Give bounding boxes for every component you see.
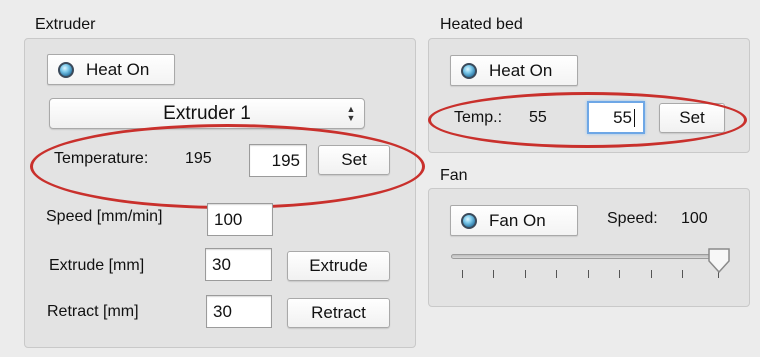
- fan-on-label: Fan On: [489, 210, 546, 230]
- extrude-label: Extrude [mm]: [49, 257, 145, 274]
- fan-speed-value: 100: [681, 210, 708, 227]
- fan-on-button[interactable]: Fan On: [450, 205, 578, 236]
- extruder-selector-value: Extruder 1: [163, 102, 251, 124]
- bed-temp-highlight-ellipse: [428, 92, 747, 148]
- heated-bed-group-title: Heated bed: [440, 16, 523, 33]
- slider-thumb-icon[interactable]: [707, 247, 731, 275]
- bed-heat-on-label: Heat On: [489, 60, 553, 80]
- speed-label: Speed [mm/min]: [46, 208, 163, 225]
- bed-heat-on-button[interactable]: Heat On: [450, 55, 578, 86]
- led-indicator-icon: [58, 61, 74, 78]
- temperature-highlight-ellipse: [30, 124, 425, 209]
- slider-tick: [682, 270, 683, 278]
- fan-group-title: Fan: [440, 167, 468, 184]
- extruder-heat-on-button[interactable]: Heat On: [47, 54, 175, 85]
- led-indicator-icon: [461, 212, 477, 229]
- slider-tick: [556, 270, 557, 278]
- fan-speed-label: Speed:: [607, 210, 658, 227]
- chevron-updown-icon: ▲ ▼: [346, 104, 356, 123]
- extrude-input[interactable]: 30: [205, 248, 272, 281]
- slider-tick: [525, 270, 526, 278]
- slider-tick: [619, 270, 620, 278]
- extruder-heat-on-label: Heat On: [86, 59, 150, 79]
- slider-tick: [588, 270, 589, 278]
- slider-tick: [462, 270, 463, 278]
- slider-tick: [493, 270, 494, 278]
- fan-speed-slider[interactable]: [451, 247, 731, 287]
- extruder-group-title: Extruder: [35, 16, 96, 33]
- retract-label: Retract [mm]: [47, 303, 139, 320]
- led-indicator-icon: [461, 62, 477, 79]
- retract-button[interactable]: Retract: [287, 298, 390, 328]
- extrude-button[interactable]: Extrude: [287, 251, 390, 281]
- speed-input[interactable]: 100: [207, 203, 273, 236]
- slider-tick: [651, 270, 652, 278]
- retract-input[interactable]: 30: [206, 295, 272, 328]
